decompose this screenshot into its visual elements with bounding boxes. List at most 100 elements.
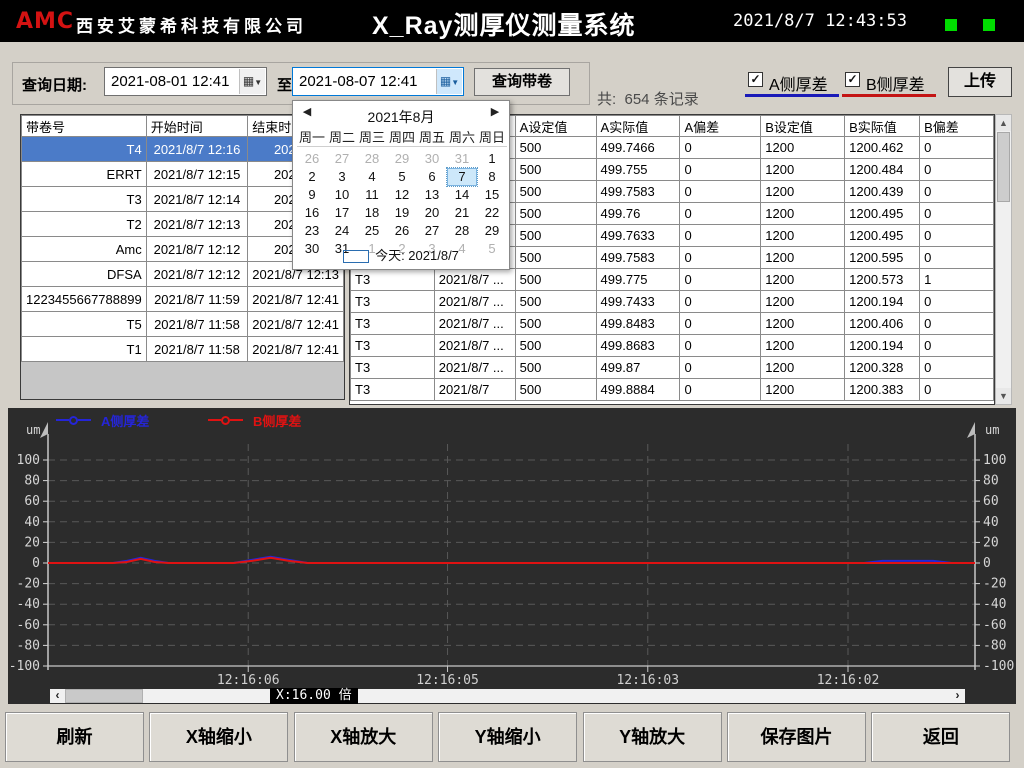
chart-horizontal-scrollbar[interactable]: ‹ X:16.00 倍 › <box>50 689 965 703</box>
calendar-day[interactable]: 28 <box>447 222 477 240</box>
calendar-day[interactable]: 9 <box>297 186 327 204</box>
table-cell: 500 <box>515 379 596 401</box>
calendar-day[interactable]: 1 <box>477 150 507 168</box>
checkbox-b-label[interactable]: B侧厚差 <box>866 71 925 95</box>
x-zoom-out-button[interactable]: X轴缩小 <box>149 712 288 762</box>
scrollbar-thumb[interactable] <box>997 132 1010 202</box>
scroll-up-icon[interactable]: ▲ <box>996 115 1011 131</box>
calendar-day[interactable]: 18 <box>357 204 387 222</box>
svg-text:-80: -80 <box>983 638 1006 653</box>
table-row[interactable]: T32021/8/7 ...500499.87012001200.3280 <box>351 357 994 379</box>
calendar-day[interactable]: 11 <box>357 186 387 204</box>
date-to-value: 2021-08-07 12:41 <box>299 73 417 90</box>
calendar-today-row[interactable]: 今天: 2021/8/7 <box>293 245 509 264</box>
refresh-button[interactable]: 刷新 <box>5 712 144 762</box>
calendar-day[interactable]: 29 <box>477 222 507 240</box>
query-coil-button[interactable]: 查询带卷 <box>474 68 570 96</box>
calendar-day[interactable]: 26 <box>387 222 417 240</box>
save-image-button[interactable]: 保存图片 <box>727 712 866 762</box>
data-table-scrollbar[interactable]: ▲ ▼ <box>995 114 1012 405</box>
table-cell: 1200 <box>761 225 845 247</box>
calendar-day[interactable]: 17 <box>327 204 357 222</box>
calendar-day[interactable]: 23 <box>297 222 327 240</box>
upload-button[interactable]: 上传 <box>948 67 1012 97</box>
table-cell: 1200.194 <box>845 335 920 357</box>
calendar-day[interactable]: 22 <box>477 204 507 222</box>
table-cell: 0 <box>680 181 761 203</box>
table-cell: 2021/8/7 12:15 <box>146 162 248 187</box>
calendar-day[interactable]: 27 <box>417 222 447 240</box>
chart-scrollbar-thumb[interactable] <box>65 689 143 703</box>
calendar-day[interactable]: 28 <box>357 150 387 168</box>
scroll-right-icon[interactable]: › <box>950 689 965 703</box>
table-row[interactable]: T32021/8/7500499.8884012001200.3830 <box>351 379 994 401</box>
table-row[interactable]: 12234556677888992021/8/7 11:592021/8/7 1… <box>22 287 344 312</box>
scroll-left-icon[interactable]: ‹ <box>50 689 65 703</box>
calendar-day[interactable]: 6 <box>417 168 447 186</box>
calendar-next-icon[interactable]: ▶ <box>487 105 503 121</box>
y-zoom-out-button[interactable]: Y轴缩小 <box>438 712 577 762</box>
calendar-day[interactable]: 30 <box>417 150 447 168</box>
checkbox-b-side[interactable]: ✓ <box>845 72 860 87</box>
table-cell: 2021/8/7 11:58 <box>146 312 248 337</box>
table-cell: 1200 <box>761 291 845 313</box>
table-cell: 1200.495 <box>845 203 920 225</box>
table-cell: 2021/8/7 11:59 <box>146 287 248 312</box>
calendar-day[interactable]: 29 <box>387 150 417 168</box>
table-cell: 500 <box>515 181 596 203</box>
y-zoom-in-button[interactable]: Y轴放大 <box>583 712 722 762</box>
calendar-day[interactable]: 26 <box>297 150 327 168</box>
calendar-day[interactable]: 2 <box>297 168 327 186</box>
status-indicator-green-1 <box>945 19 957 31</box>
column-header: A实际值 <box>596 116 680 137</box>
checkbox-a-label[interactable]: A侧厚差 <box>769 71 828 95</box>
table-row[interactable]: T32021/8/7 ...500499.8483012001200.4060 <box>351 313 994 335</box>
table-cell: 1200 <box>761 357 845 379</box>
scroll-down-icon[interactable]: ▼ <box>996 388 1011 404</box>
calendar-day[interactable]: 20 <box>417 204 447 222</box>
calendar-day[interactable]: 14 <box>447 186 477 204</box>
table-cell: 2021/8/7 12:16 <box>146 137 248 162</box>
calendar-dropdown-icon[interactable]: ▦▼ <box>436 69 462 94</box>
calendar-day[interactable]: 13 <box>417 186 447 204</box>
x-zoom-in-button[interactable]: X轴放大 <box>294 712 433 762</box>
checkbox-a-side[interactable]: ✓ <box>748 72 763 87</box>
calendar-day[interactable]: 24 <box>327 222 357 240</box>
table-cell: 2021/8/7 <box>434 379 515 401</box>
table-row[interactable]: T32021/8/7 ...500499.8683012001200.1940 <box>351 335 994 357</box>
date-to-input[interactable]: 2021-08-07 12:41 ▦▼ <box>292 67 464 96</box>
calendar-day[interactable]: 4 <box>357 168 387 186</box>
calendar-day[interactable]: 10 <box>327 186 357 204</box>
table-row[interactable]: T12021/8/7 11:582021/8/7 12:41 <box>22 337 344 362</box>
table-cell: 0 <box>680 291 761 313</box>
calendar-day[interactable]: 27 <box>327 150 357 168</box>
table-cell: DFSA <box>22 262 147 287</box>
table-cell: 0 <box>920 247 994 269</box>
table-cell: 500 <box>515 335 596 357</box>
svg-text:40: 40 <box>24 515 40 530</box>
weekday-label: 周二 <box>327 127 357 146</box>
table-cell: 1200.573 <box>845 269 920 291</box>
calendar-day[interactable]: 19 <box>387 204 417 222</box>
svg-text:100: 100 <box>17 453 40 468</box>
table-row[interactable]: T32021/8/7 ...500499.7433012001200.1940 <box>351 291 994 313</box>
calendar-day[interactable]: 15 <box>477 186 507 204</box>
calendar-day[interactable]: 7 <box>447 168 477 186</box>
svg-text:-60: -60 <box>17 618 40 633</box>
calendar-day[interactable]: 21 <box>447 204 477 222</box>
table-row[interactable]: T52021/8/7 11:582021/8/7 12:41 <box>22 312 344 337</box>
table-row[interactable]: T32021/8/7 ...500499.775012001200.5731 <box>351 269 994 291</box>
table-cell: 2021/8/7 12:14 <box>146 187 248 212</box>
calendar-dropdown-icon[interactable]: ▦▼ <box>239 69 265 94</box>
calendar-day[interactable]: 25 <box>357 222 387 240</box>
calendar-day[interactable]: 31 <box>447 150 477 168</box>
calendar-day[interactable]: 12 <box>387 186 417 204</box>
status-indicator-green-2 <box>983 19 995 31</box>
record-count: 共: 654 条记录 <box>597 88 699 109</box>
date-from-input[interactable]: 2021-08-01 12:41 ▦▼ <box>104 67 267 96</box>
calendar-day[interactable]: 5 <box>387 168 417 186</box>
calendar-day[interactable]: 8 <box>477 168 507 186</box>
calendar-day[interactable]: 3 <box>327 168 357 186</box>
back-button[interactable]: 返回 <box>871 712 1010 762</box>
calendar-day[interactable]: 16 <box>297 204 327 222</box>
